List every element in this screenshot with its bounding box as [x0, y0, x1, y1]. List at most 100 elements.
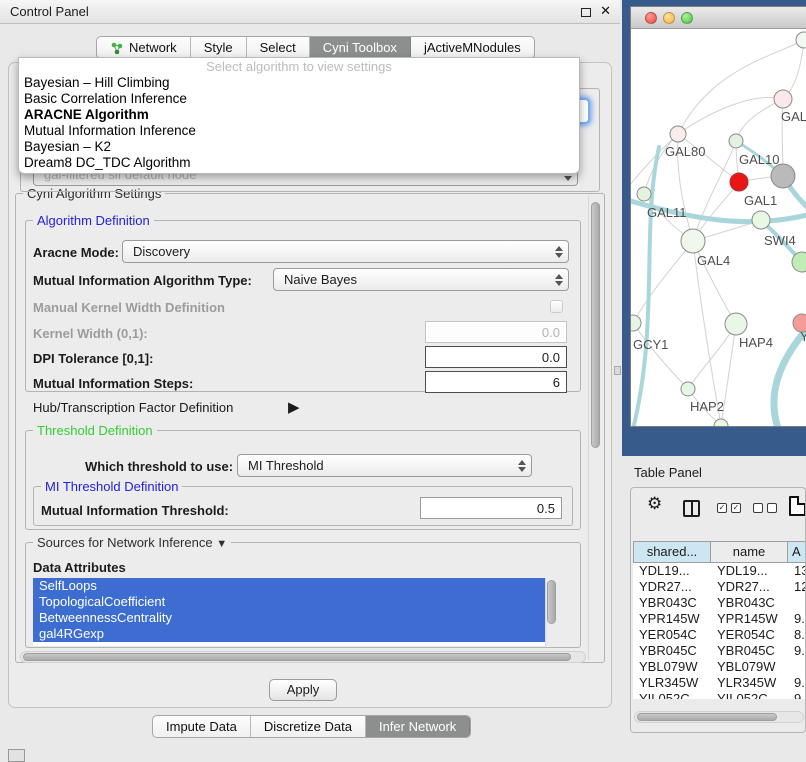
network-window-titlebar[interactable]	[631, 7, 806, 29]
tab-network[interactable]: Network	[97, 37, 191, 58]
checked-box-icon: ✓	[731, 503, 741, 513]
tab-style[interactable]: Style	[191, 37, 247, 58]
collapse-down-icon[interactable]: ▼	[216, 538, 227, 550]
cell: YBL079W	[633, 659, 711, 675]
scrollbar-thumb[interactable]	[547, 580, 556, 624]
table-row[interactable]: YDL19...YDL19...13	[633, 563, 806, 579]
list-item[interactable]: TopologicalCoefficient	[33, 594, 545, 610]
table-row[interactable]: YLR345WYLR345W9.	[633, 675, 806, 691]
combobox-value: MI Threshold	[238, 458, 513, 473]
list-item[interactable]: SelfLoops	[33, 578, 545, 594]
table-row[interactable]: YPR145WYPR145W9.	[633, 611, 806, 627]
node-swi4[interactable]	[752, 211, 770, 229]
mi-steps-field[interactable]: 6	[425, 371, 567, 393]
float-window-icon[interactable]	[581, 8, 591, 17]
list-scrollbar[interactable]	[545, 578, 557, 646]
panel-divider-handle[interactable]	[614, 366, 621, 375]
mi-threshold-field[interactable]: 0.5	[420, 497, 562, 519]
node-gal10[interactable]	[729, 134, 743, 148]
mi-type-label: Mutual Information Algorithm Type:	[33, 273, 252, 288]
tab-label: jActiveMNodules	[424, 40, 521, 55]
scrollbar-thumb[interactable]	[637, 713, 777, 721]
popup-item-dream8[interactable]: Dream8 DC_TDC Algorithm	[19, 155, 579, 171]
deselect-all-icon[interactable]	[753, 503, 777, 513]
table-row[interactable]: YER054CYER054C8.	[633, 627, 806, 643]
mi-steps-label: Mutual Information Steps:	[33, 376, 193, 391]
data-attributes-list: SelfLoops TopologicalCoefficient Between…	[33, 578, 557, 646]
cell: 8.	[788, 627, 806, 643]
node[interactable]	[774, 90, 792, 108]
table-row[interactable]: YBL079WYBL079W	[633, 659, 806, 675]
kernel-width-field[interactable]: 0.0	[425, 321, 567, 343]
cell: YBR043C	[633, 595, 711, 611]
network-graph: GAL GAL80 GAL10 GAL1 GAL11 SWI4 GAL4 GCY…	[631, 29, 806, 427]
scrollbar-thumb[interactable]	[23, 653, 571, 661]
popup-item-bayesian-hill-climbing[interactable]: Bayesian – Hill Climbing	[19, 75, 579, 91]
list-item[interactable]: gal4RGexp	[33, 626, 545, 642]
node-gal80[interactable]	[670, 126, 686, 142]
node-gray[interactable]	[771, 164, 795, 188]
node-gal1-red[interactable]	[730, 173, 748, 191]
network-icon	[110, 41, 124, 55]
table-panel: ⚙ ✓ ✓ shared... name A YDL19...YDL19...1…	[630, 487, 806, 733]
new-document-icon[interactable]	[789, 496, 806, 516]
node-label: SWI4	[764, 233, 796, 248]
combobox-stepper-icon	[513, 460, 531, 472]
table-horizontal-scrollbar[interactable]	[634, 711, 804, 723]
algorithm-dropdown-popup: Select algorithm to view settings Bayesi…	[18, 57, 580, 174]
popup-prompt: Select algorithm to view settings	[19, 58, 579, 75]
group-title: MI Threshold Definition	[41, 479, 182, 494]
tab-infer-network[interactable]: Infer Network	[366, 716, 470, 737]
manual-kernel-checkbox[interactable]	[550, 300, 563, 313]
close-traffic-light-icon[interactable]	[645, 12, 657, 24]
column-visibility-icon[interactable]	[683, 500, 700, 517]
popup-item-aracne[interactable]: ARACNE Algorithm	[19, 107, 579, 123]
scrollbar-thumb[interactable]	[591, 202, 600, 448]
column-header-shared-name[interactable]: shared...	[633, 541, 711, 563]
aracne-mode-combobox[interactable]: Discovery	[122, 240, 569, 263]
dpi-tolerance-field[interactable]: 0.0	[425, 346, 567, 368]
popup-item-mutual-information[interactable]: Mutual Information Inference	[19, 123, 579, 139]
network-view-window[interactable]: GAL GAL80 GAL10 GAL1 GAL11 SWI4 GAL4 GCY…	[630, 6, 806, 427]
mi-type-combobox[interactable]: Naive Bayes	[273, 268, 569, 291]
table-row[interactable]: YBR045CYBR045C9.	[633, 643, 806, 659]
minimize-traffic-light-icon[interactable]	[663, 12, 675, 24]
node[interactable]	[796, 32, 806, 48]
expand-right-icon[interactable]: ▶	[288, 398, 300, 416]
table-row[interactable]: YIL052CYIL052C9.	[633, 691, 806, 699]
settings-vertical-scrollbar[interactable]	[588, 196, 601, 660]
tab-cyni-toolbox[interactable]: Cyni Toolbox	[310, 37, 411, 58]
network-canvas[interactable]: GAL GAL80 GAL10 GAL1 GAL11 SWI4 GAL4 GCY…	[631, 29, 806, 427]
tab-jactivemnodules[interactable]: jActiveMNodules	[411, 37, 534, 58]
column-header-partial[interactable]: A	[788, 541, 806, 563]
node-table-body: YDL19...YDL19...13 YDR27...YDR27...12 YB…	[633, 563, 806, 699]
hub-definition-label[interactable]: Hub/Transcription Factor Definition	[33, 400, 233, 415]
zoom-traffic-light-icon[interactable]	[681, 12, 693, 24]
minimized-panel-icon[interactable]	[8, 749, 25, 762]
node-hap2[interactable]	[681, 382, 695, 396]
table-row[interactable]: YBR043CYBR043C	[633, 595, 806, 611]
unchecked-box-icon	[767, 503, 777, 513]
node-hap4[interactable]	[725, 313, 747, 335]
gear-icon[interactable]: ⚙	[647, 494, 662, 514]
node-gal11[interactable]	[637, 187, 651, 201]
list-item[interactable]: BetweennessCentrality	[33, 610, 545, 626]
column-header-name[interactable]: name	[711, 541, 788, 563]
tab-label: Discretize Data	[264, 719, 352, 734]
popup-item-basic-correlation[interactable]: Basic Correlation Inference	[19, 91, 579, 107]
popup-item-bayesian-k2[interactable]: Bayesian – K2	[19, 139, 579, 155]
table-row[interactable]: YDR27...YDR27...12	[633, 579, 806, 595]
select-all-icon[interactable]: ✓ ✓	[717, 503, 741, 513]
close-icon[interactable]: ✕	[600, 3, 611, 19]
settings-horizontal-scrollbar[interactable]	[20, 651, 586, 663]
tab-select[interactable]: Select	[247, 37, 310, 58]
tab-discretize-data[interactable]: Discretize Data	[251, 716, 366, 737]
which-threshold-combobox[interactable]: MI Threshold	[237, 454, 532, 477]
mi-threshold-label: Mutual Information Threshold:	[41, 503, 229, 518]
cell: YBR045C	[711, 643, 788, 659]
node-gcy1[interactable]	[631, 315, 641, 331]
tab-impute-data[interactable]: Impute Data	[153, 716, 251, 737]
apply-button[interactable]: Apply	[269, 679, 337, 701]
node-label: GAL11	[647, 205, 687, 220]
node-gal4[interactable]	[681, 229, 705, 253]
